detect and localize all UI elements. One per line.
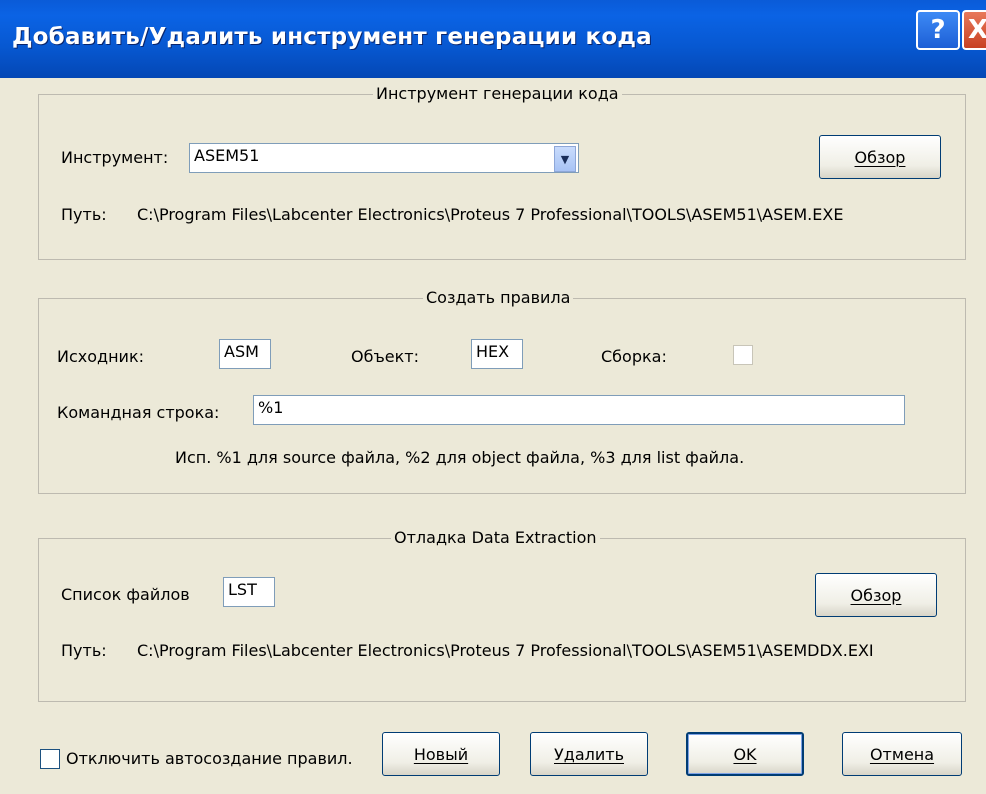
cancel-button[interactable]: Отмена: [842, 732, 962, 776]
ok-button-label: OK: [733, 744, 757, 764]
close-button[interactable]: X: [962, 10, 986, 50]
delete-button-label: Удалить: [554, 744, 624, 764]
debug-path-value: C:\Program Files\Labcenter Electronics\P…: [137, 641, 874, 660]
tool-group: Инструмент генерации кода Инструмент: AS…: [38, 84, 966, 260]
object-extension-input[interactable]: HEX: [471, 339, 523, 369]
debug-browse-button[interactable]: Обзор: [815, 573, 937, 617]
cmdline-hint: Исп. %1 для source файла, %2 для object …: [175, 448, 745, 467]
source-label: Исходник:: [57, 347, 144, 366]
tool-browse-button[interactable]: Обзор: [819, 135, 941, 179]
disable-autocreate-checkbox[interactable]: [40, 749, 60, 769]
debug-group: Отладка Data Extraction Список файлов LS…: [38, 528, 966, 702]
dialog-window: Добавить/Удалить инструмент генерации ко…: [0, 0, 986, 794]
ok-button[interactable]: OK: [686, 732, 804, 776]
tool-combobox-value: ASEM51: [194, 146, 260, 165]
debug-browse-label: Обзор: [850, 585, 902, 605]
tool-path-label: Путь:: [61, 205, 107, 224]
filelist-label: Список файлов: [61, 585, 190, 604]
cancel-button-label: Отмена: [869, 744, 935, 764]
new-button[interactable]: Новый: [382, 732, 500, 776]
disable-autocreate-label: Отключить автосоздание правил.: [66, 749, 353, 768]
debug-group-legend: Отладка Data Extraction: [391, 528, 600, 547]
debug-path-label: Путь:: [61, 641, 107, 660]
rules-group-legend: Создать правила: [423, 288, 574, 307]
help-button[interactable]: ?: [916, 10, 960, 50]
cmdline-label: Командная строка:: [57, 403, 220, 422]
tool-browse-label: Обзор: [854, 147, 906, 167]
build-label: Сборка:: [601, 347, 667, 366]
source-extension-input[interactable]: ASM: [219, 339, 271, 369]
title-bar[interactable]: Добавить/Удалить инструмент генерации ко…: [0, 0, 986, 78]
cmdline-input[interactable]: %1: [253, 395, 905, 425]
tool-combobox[interactable]: ASEM51 ▼: [189, 143, 579, 173]
new-button-label: Новый: [413, 744, 469, 764]
tool-path-value: C:\Program Files\Labcenter Electronics\P…: [137, 205, 844, 224]
rules-group: Создать правила Исходник: ASM Объект: HE…: [38, 288, 966, 494]
dialog-body: Инструмент генерации кода Инструмент: AS…: [8, 78, 986, 794]
tool-group-legend: Инструмент генерации кода: [373, 84, 622, 103]
window-title: Добавить/Удалить инструмент генерации ко…: [12, 24, 652, 50]
chevron-down-icon[interactable]: ▼: [554, 146, 576, 172]
object-label: Объект:: [351, 347, 419, 366]
build-checkbox[interactable]: [733, 345, 753, 365]
filelist-extension-input[interactable]: LST: [223, 577, 275, 607]
tool-label: Инструмент:: [61, 148, 169, 167]
delete-button[interactable]: Удалить: [530, 732, 648, 776]
